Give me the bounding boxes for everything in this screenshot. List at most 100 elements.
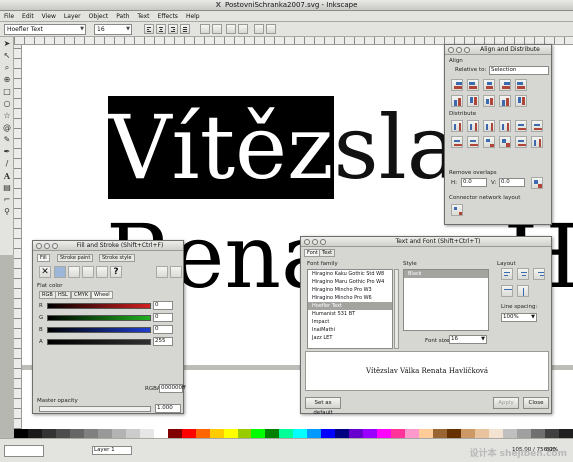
palette-swatch[interactable] — [83, 429, 98, 438]
palette-swatch[interactable] — [293, 429, 308, 438]
connector-tool-icon[interactable]: ⌐ — [2, 195, 12, 205]
palette-swatch[interactable] — [69, 429, 84, 438]
tab-text[interactable]: Text — [319, 249, 336, 257]
close-button[interactable]: Close — [523, 397, 549, 409]
menu-help[interactable]: Help — [182, 11, 204, 22]
set-default-button[interactable]: Set as default — [305, 397, 341, 416]
palette-swatch[interactable] — [377, 429, 392, 438]
palette-swatch[interactable] — [97, 429, 112, 438]
palette-swatch[interactable] — [139, 429, 154, 438]
distribute-baseline-icon[interactable] — [515, 136, 527, 148]
palette-swatch[interactable] — [195, 429, 210, 438]
palette-swatch[interactable] — [223, 429, 238, 438]
menu-text[interactable]: Text — [133, 11, 153, 22]
palette-swatch[interactable] — [447, 429, 461, 438]
palette-swatch[interactable] — [111, 429, 126, 438]
unset-paint-icon[interactable]: ? — [110, 266, 122, 278]
distribute-centers-icon[interactable] — [467, 120, 479, 132]
align-center-button[interactable] — [156, 24, 166, 34]
distribute-top-icon[interactable] — [515, 120, 527, 132]
node-tool-icon[interactable]: ↖ — [2, 51, 12, 61]
v-gap-input[interactable]: 0.0 — [499, 178, 525, 187]
palette-swatch[interactable] — [461, 429, 475, 438]
palette-swatch[interactable] — [307, 429, 322, 438]
font-family-item[interactable]: Impact — [308, 318, 392, 326]
linear-gradient-icon[interactable] — [68, 266, 80, 278]
layer-select[interactable]: Layer 1 — [92, 446, 132, 455]
distribute-vbaseline-icon[interactable] — [531, 136, 543, 148]
italic-button[interactable] — [212, 24, 222, 34]
minimize-dot-icon[interactable] — [456, 47, 462, 53]
rectangle-tool-icon[interactable]: □ — [2, 87, 12, 97]
channel-input[interactable]: 0 — [153, 301, 173, 310]
palette-swatch[interactable] — [265, 429, 280, 438]
font-family-item[interactable]: Hiragino Mincho Pro W3 — [308, 286, 392, 294]
font-family-item[interactable]: InaiMathi — [308, 326, 392, 334]
text-tool-icon[interactable]: A — [2, 171, 12, 181]
relative-to-select[interactable]: Selection — [489, 66, 549, 75]
center-vertical-axis-icon[interactable] — [483, 79, 495, 91]
close-dot-icon[interactable] — [36, 243, 42, 249]
fill-stroke-indicator[interactable] — [4, 445, 44, 457]
align-right-edges-icon[interactable] — [451, 79, 463, 91]
opacity-input[interactable]: 1.000 — [155, 404, 181, 413]
no-paint-icon[interactable]: ✕ — [39, 266, 51, 278]
palette-swatch[interactable] — [558, 429, 573, 438]
minimize-dot-icon[interactable] — [312, 239, 318, 245]
font-style-list[interactable]: Black — [403, 269, 489, 331]
font-family-item[interactable]: Hiragino Kaku Gothic Std W8 — [308, 270, 392, 278]
palette-swatch[interactable] — [14, 429, 28, 438]
distribute-middle-icon[interactable] — [531, 120, 543, 132]
layout-right-icon[interactable] — [533, 268, 545, 280]
layout-left-icon[interactable] — [501, 268, 513, 280]
font-family-select[interactable]: Hoefler Text ▼ — [4, 24, 86, 35]
align-left-sides-icon[interactable] — [515, 79, 527, 91]
palette-swatch[interactable] — [544, 429, 559, 438]
palette-swatch[interactable] — [516, 429, 531, 438]
palette-swatch[interactable] — [153, 429, 168, 438]
distribute-right-icon[interactable] — [483, 120, 495, 132]
menu-layer[interactable]: Layer — [60, 11, 85, 22]
unclump-icon[interactable] — [499, 136, 511, 148]
font-family-item[interactable]: Jazz LET — [308, 334, 392, 342]
connector-layout-button[interactable] — [451, 204, 463, 216]
palette-swatch[interactable] — [209, 429, 224, 438]
rgba-input[interactable]: 000000ff — [159, 384, 186, 393]
selected-text[interactable]: Vítěz — [108, 96, 334, 199]
gradient-tool-icon[interactable]: ▤ — [2, 183, 12, 193]
spiral-tool-icon[interactable]: @ — [2, 123, 12, 133]
maximize-dot-icon[interactable] — [464, 47, 470, 53]
tab-cmyk[interactable]: CMYK — [71, 291, 92, 299]
font-family-item[interactable]: Hiragino Maru Gothic Pro W4 — [308, 278, 392, 286]
palette-swatch[interactable] — [335, 429, 350, 438]
palette-swatch[interactable] — [41, 429, 56, 438]
center-horizontal-axis-icon[interactable] — [483, 95, 495, 107]
palette-swatch[interactable] — [349, 429, 364, 438]
palette-swatch[interactable] — [125, 429, 140, 438]
palette-swatch[interactable] — [167, 429, 182, 438]
text-tool-button[interactable] — [254, 24, 264, 34]
palette-swatch[interactable] — [405, 429, 420, 438]
align-bottom-icon[interactable] — [451, 95, 463, 107]
fill-nonzero-icon[interactable] — [170, 266, 182, 278]
radial-gradient-icon[interactable] — [82, 266, 94, 278]
opacity-slider[interactable] — [39, 406, 151, 412]
channel-slider[interactable] — [47, 315, 151, 321]
tab-wheel[interactable]: Wheel — [91, 291, 113, 299]
apply-button[interactable]: Apply — [493, 397, 519, 409]
align-baseline-icon[interactable] — [499, 95, 511, 107]
pen-tool-icon[interactable]: ✒ — [2, 147, 12, 157]
vertical-layout-icon[interactable] — [517, 285, 529, 297]
maximize-dot-icon[interactable] — [52, 243, 58, 249]
star-tool-icon[interactable]: ☆ — [2, 111, 12, 121]
align-justify-button[interactable] — [180, 24, 190, 34]
palette-swatch[interactable] — [181, 429, 196, 438]
palette-swatch[interactable] — [391, 429, 406, 438]
palette-swatch[interactable] — [530, 429, 545, 438]
palette-swatch[interactable] — [279, 429, 294, 438]
text-font-dialog-button[interactable] — [266, 24, 276, 34]
menu-view[interactable]: View — [38, 11, 60, 22]
font-family-item[interactable]: Humanist 531 BT — [308, 310, 392, 318]
channel-slider[interactable] — [47, 339, 151, 345]
palette-swatch[interactable] — [27, 429, 42, 438]
